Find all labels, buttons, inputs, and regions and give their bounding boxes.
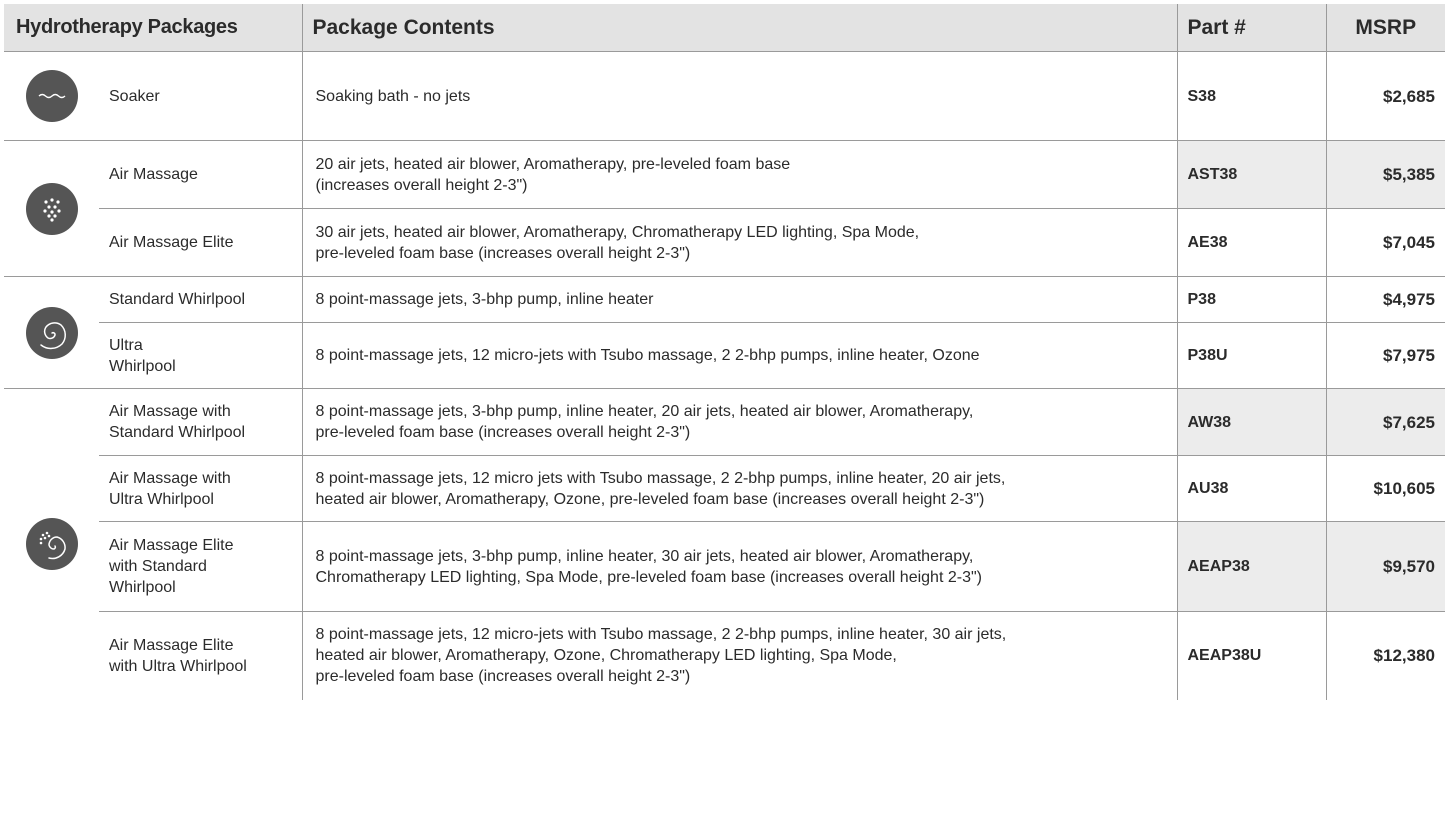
msrp-price: $12,380 [1326, 611, 1445, 700]
header-contents: Package Contents [301, 4, 1177, 52]
whirlpool-spiral-icon [25, 306, 78, 359]
package-name: Air Massage with Ultra Whirlpool [99, 455, 302, 522]
header-packages: Hydrotherapy Packages [4, 4, 302, 52]
package-row-air-massage-elite-with-ultra-whirlpool: Air Massage Elite with Ultra Whirlpool 8 p… [4, 611, 1445, 700]
package-icon-cell [4, 51, 99, 141]
wave-icon [25, 70, 78, 122]
package-contents: 30 air jets, heated air blower, Aromathe… [301, 208, 1177, 277]
package-contents-line: pre-leveled foam base (increases overall… [315, 244, 691, 262]
msrp-price: $7,975 [1326, 322, 1445, 389]
package-contents-line: 8 point-massage jets, 3-bhp pump, inline… [315, 547, 974, 565]
package-contents-line: heated air blower, Aromatherapy, Ozone, … [315, 647, 897, 665]
part-number: S38 [1176, 51, 1327, 141]
package-contents-line: 8 point-massage jets, 12 micro-jets with… [315, 347, 980, 364]
package-contents-line: 8 point-massage jets, 12 micro-jets with… [315, 626, 1007, 644]
package-row-air-massage-with-ultra-whirlpool: Air Massage with Ultra Whirlpool 8 point-m… [4, 455, 1445, 522]
package-contents-line: 20 air jets, heated air blower, Aromathe… [315, 155, 791, 173]
package-row-ultra-whirlpool: Ultra Whirlpool 8 point-massage jets, 12 m… [4, 322, 1445, 389]
package-contents-line: 8 point-massage jets, 3-bhp pump, inline… [315, 291, 654, 308]
package-contents-line: 8 point-massage jets, 3-bhp pump, inline… [315, 403, 974, 420]
part-number: AST38 [1176, 140, 1327, 209]
package-row-air-massage-elite: Air Massage Elite 30 air jets, heated air… [4, 208, 1445, 277]
msrp-price: $5,385 [1326, 140, 1445, 209]
package-contents-line: Chromatherapy LED lighting, Spa Mode, pr… [315, 568, 982, 586]
msrp-price: $7,625 [1326, 388, 1445, 456]
package-contents-line: heated air blower, Aromatherapy, Ozone, … [315, 490, 985, 508]
package-contents-line: pre-leveled foam base (increases overall… [315, 424, 691, 441]
header-msrp: MSRP [1326, 4, 1445, 52]
package-name: Air Massage Elite with Ultra Whirlpool [99, 611, 302, 700]
package-contents-line: Soaking bath - no jets [315, 87, 471, 105]
package-row-air-massage-with-standard-whirlpool: Air Massage with Standard Whirlpool 8 poin… [4, 388, 1445, 700]
package-contents-line: 30 air jets, heated air blower, Aromathe… [315, 223, 920, 241]
part-number: AW38 [1176, 388, 1327, 456]
part-number: AE38 [1176, 208, 1327, 277]
package-row-soaker: Soaker Soaking bath - no jets S38 $2,685 [4, 51, 1445, 141]
table-header: Hydrotherapy Packages Package Contents P… [4, 4, 1445, 52]
hydrotherapy-packages-table: Hydrotherapy Packages Package Contents P… [4, 4, 1445, 700]
package-contents: 8 point-massage jets, 12 micro-jets with… [301, 611, 1177, 700]
package-name: Air Massage with Standard Whirlpool [99, 388, 302, 456]
package-contents: 8 point-massage jets, 3-bhp pump, inline… [301, 388, 1177, 456]
package-contents-line: pre-leveled foam base (increases overall… [315, 668, 691, 686]
package-row-air-massage-elite-with-standard-whirlpool: Air Massage Elite with Standard Whirlpool 8… [4, 521, 1445, 612]
package-contents-line: 8 point-massage jets, 12 micro jets with… [315, 469, 1006, 487]
package-contents: 8 point-massage jets, 12 micro jets with… [301, 455, 1177, 522]
part-number: AEAP38U [1176, 611, 1327, 700]
part-number: P38 [1176, 276, 1327, 323]
air-whirlpool-combo-icon [25, 518, 78, 571]
package-contents: 8 point-massage jets, 12 micro-jets with… [301, 322, 1177, 389]
package-row-air-massage: Air Massage 20 air jets, heated air blowe… [4, 140, 1445, 277]
part-number: AU38 [1176, 455, 1327, 522]
package-contents: 20 air jets, heated air blower, Aromathe… [301, 140, 1177, 209]
package-icon-cell [4, 140, 99, 277]
part-number: P38U [1176, 322, 1327, 389]
package-row-standard-whirlpool: Standard Whirlpool 8 point-massage jets, … [4, 276, 1445, 389]
msrp-price: $2,685 [1326, 51, 1445, 141]
package-icon-cell [4, 388, 99, 700]
package-contents: 8 point-massage jets, 3-bhp pump, inline… [301, 521, 1177, 612]
package-contents: Soaking bath - no jets [301, 51, 1177, 141]
package-name: Air Massage [99, 140, 302, 209]
package-name: Soaker [99, 51, 302, 141]
header-part-number: Part # [1176, 4, 1327, 52]
package-name: Air Massage Elite [99, 208, 302, 277]
msrp-price: $10,605 [1326, 455, 1445, 522]
table-body: Soaker Soaking bath - no jets S38 $2,685 Air… [4, 51, 1445, 700]
package-contents: 8 point-massage jets, 3-bhp pump, inline… [301, 276, 1177, 323]
msrp-price: $7,045 [1326, 208, 1445, 277]
msrp-price: $4,975 [1326, 276, 1445, 323]
package-name: Standard Whirlpool [99, 276, 302, 323]
package-name: Ultra Whirlpool [99, 322, 302, 389]
package-icon-cell [4, 276, 99, 389]
package-name: Air Massage Elite with Standard Whirlpool [99, 521, 302, 612]
package-contents-line: (increases overall height 2-3") [315, 176, 528, 194]
msrp-price: $9,570 [1326, 521, 1445, 612]
air-bubbles-icon [25, 182, 78, 235]
part-number: AEAP38 [1176, 521, 1327, 612]
